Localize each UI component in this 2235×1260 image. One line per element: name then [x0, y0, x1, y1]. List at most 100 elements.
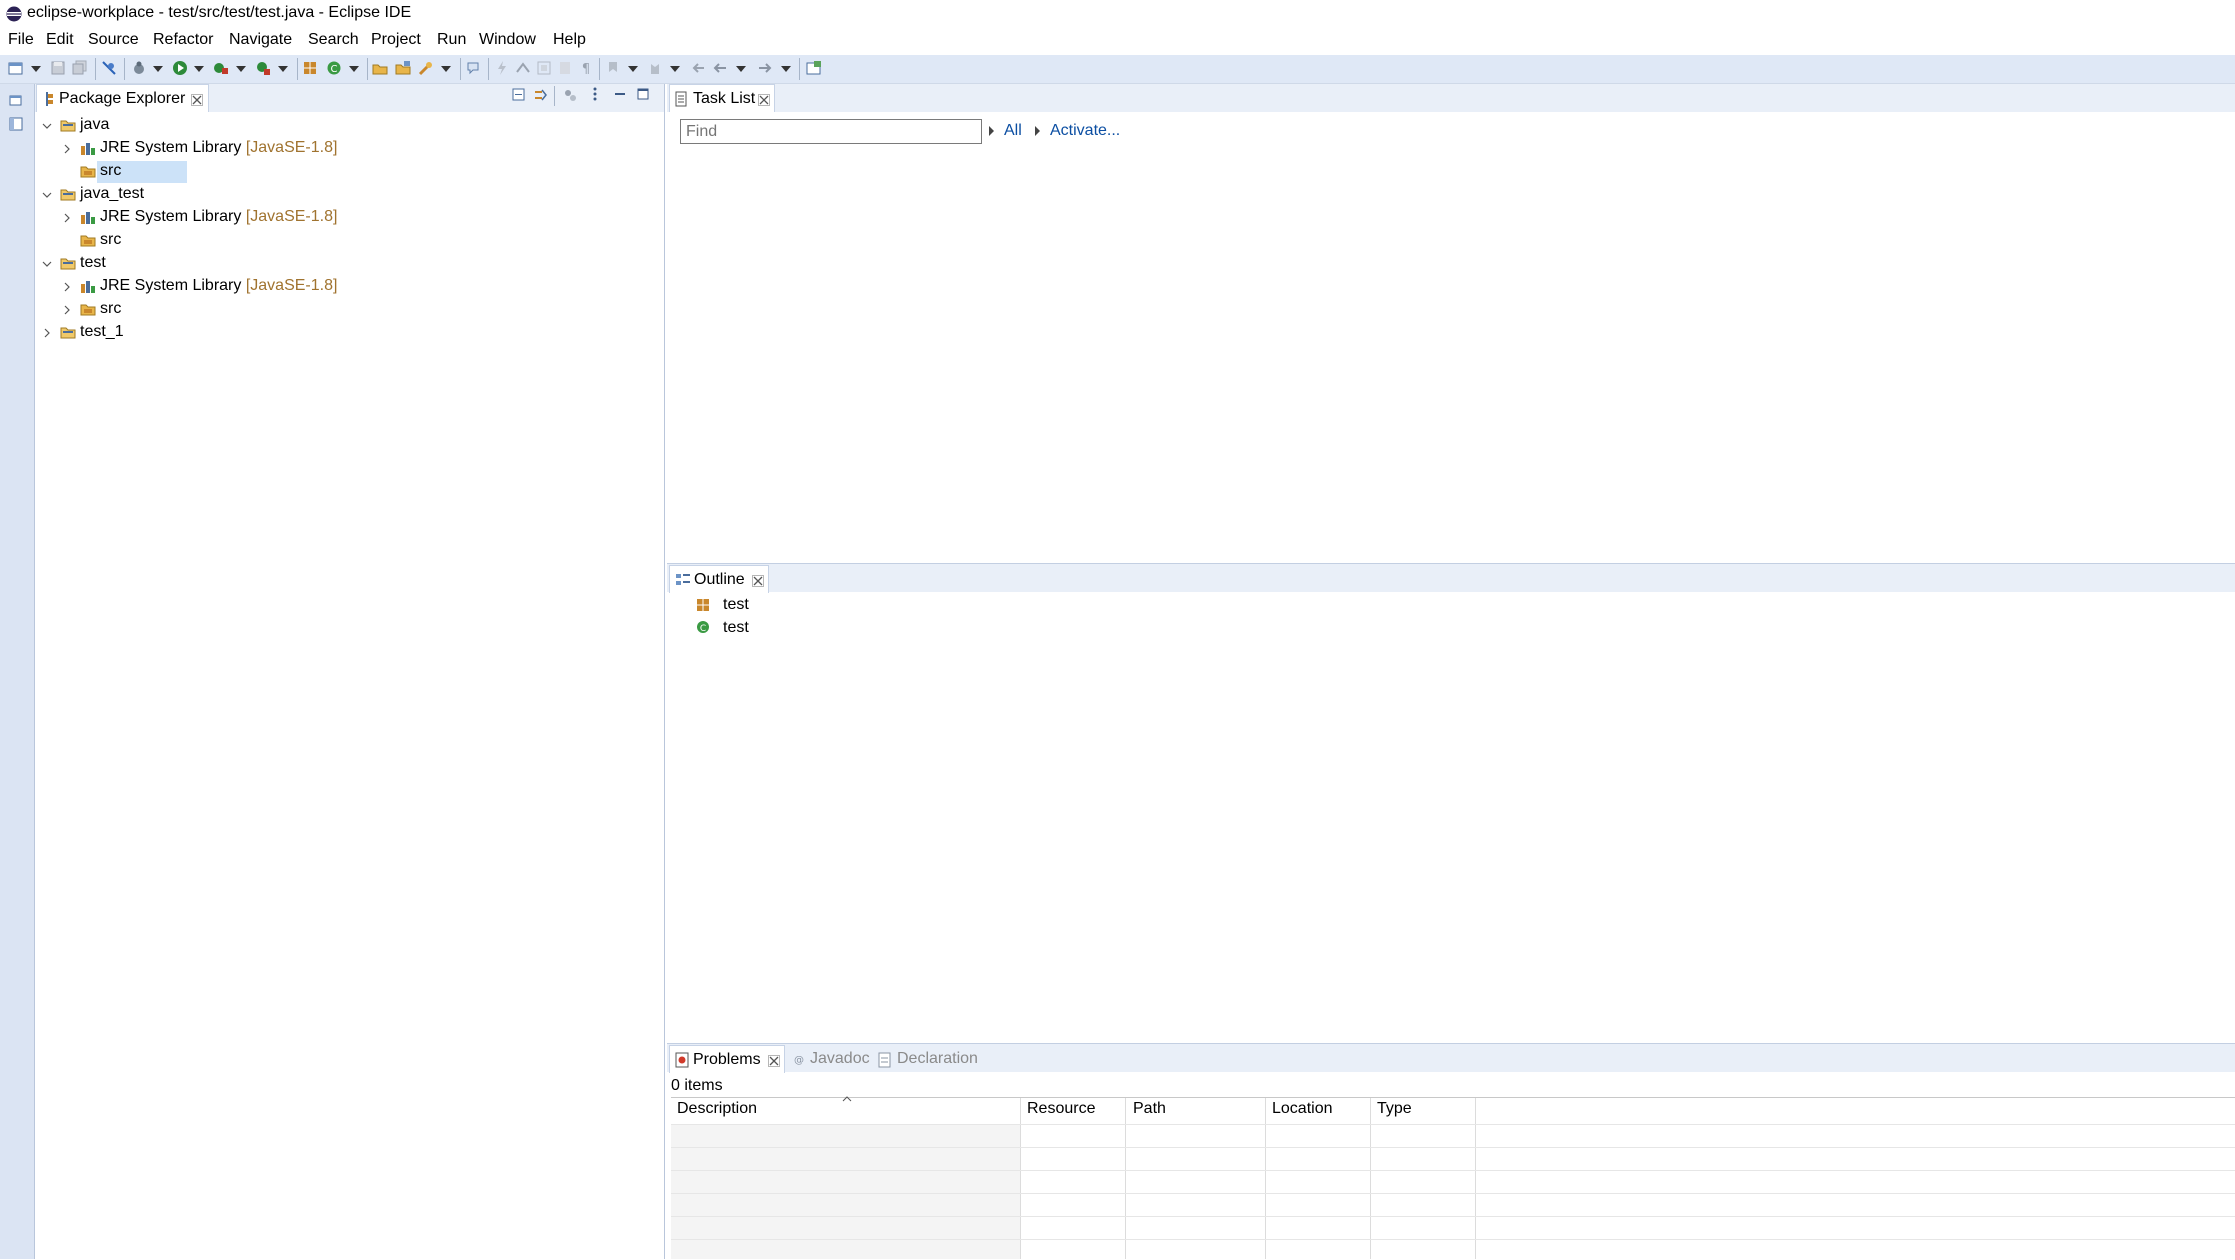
tree-item-label: JRE System Library	[100, 208, 242, 225]
open-type-icon[interactable]	[372, 60, 388, 76]
task-list-icon	[675, 91, 687, 107]
save-icon[interactable]	[50, 60, 66, 76]
table-row-line	[671, 1239, 2235, 1240]
back-dropdown-icon[interactable]	[736, 66, 746, 72]
toggle-mark-occurrences-icon[interactable]	[515, 60, 531, 76]
tab-task-list[interactable]: Task List	[669, 84, 775, 112]
tree-item-project[interactable]: test_1	[80, 323, 124, 345]
outline-item-package[interactable]: test	[723, 596, 749, 618]
tab-problems[interactable]: Problems	[669, 1045, 785, 1073]
chevron-down-icon[interactable]	[42, 190, 52, 200]
chevron-right-icon[interactable]	[42, 328, 52, 338]
run-dropdown-icon[interactable]	[194, 66, 204, 72]
restore-view-icon[interactable]	[8, 92, 24, 108]
tab-label: Outline	[694, 571, 745, 588]
coverage-icon[interactable]	[213, 60, 229, 76]
open-perspective-icon[interactable]	[806, 60, 822, 76]
debug-dropdown-icon[interactable]	[153, 66, 163, 72]
column-header-resource[interactable]: Resource	[1027, 1100, 1095, 1118]
column-header-path[interactable]: Path	[1133, 1100, 1166, 1118]
chevron-right-icon[interactable]	[62, 282, 72, 292]
view-menu-icon[interactable]	[592, 86, 598, 102]
minimize-icon[interactable]	[614, 88, 626, 100]
toolbar-separator	[488, 58, 489, 80]
back-icon[interactable]	[712, 60, 728, 76]
chevron-right-icon[interactable]	[62, 305, 72, 315]
menu-file[interactable]: File	[8, 31, 34, 49]
chevron-right-icon[interactable]	[62, 213, 72, 223]
new-java-package-icon[interactable]	[302, 60, 318, 76]
collapse-all-icon[interactable]	[512, 88, 526, 102]
chevron-right-icon[interactable]	[62, 144, 72, 154]
last-edit-location-icon[interactable]	[690, 60, 706, 76]
task-find-input[interactable]	[680, 119, 982, 144]
column-header-description[interactable]: Description	[677, 1100, 757, 1118]
menu-source[interactable]: Source	[88, 31, 139, 49]
tree-item-project[interactable]: test	[80, 254, 106, 276]
tree-item-project[interactable]: java	[80, 116, 109, 138]
forward-dropdown-icon[interactable]	[781, 66, 791, 72]
close-icon[interactable]	[768, 1055, 780, 1067]
annotation-icon[interactable]	[465, 60, 481, 76]
next-annotation-dropdown-icon[interactable]	[628, 66, 638, 72]
all-link[interactable]: All	[1004, 122, 1022, 140]
run-icon[interactable]	[172, 60, 188, 76]
coverage-dropdown-icon[interactable]	[236, 66, 246, 72]
skip-breakpoints-icon[interactable]	[101, 60, 117, 76]
menu-project[interactable]: Project	[371, 31, 421, 49]
search-dropdown-icon[interactable]	[441, 66, 451, 72]
tree-item-label: JRE System Library	[100, 139, 242, 156]
menu-run[interactable]: Run	[437, 31, 466, 49]
menu-edit[interactable]: Edit	[46, 31, 74, 49]
new-dropdown-icon[interactable]	[31, 66, 41, 72]
tree-item-src[interactable]: src	[100, 231, 121, 253]
chevron-down-icon[interactable]	[42, 121, 52, 131]
menu-help[interactable]: Help	[553, 31, 586, 49]
external-tools-icon[interactable]	[255, 60, 271, 76]
menu-navigate[interactable]: Navigate	[229, 31, 292, 49]
chevron-down-icon[interactable]	[42, 259, 52, 269]
tree-item-project[interactable]: java_test	[80, 185, 144, 207]
toggle-block-selection-icon[interactable]	[536, 60, 552, 76]
debug-icon[interactable]	[131, 60, 147, 76]
tab-outline[interactable]: Outline	[669, 565, 769, 593]
external-tools-dropdown-icon[interactable]	[278, 66, 288, 72]
tree-item-library[interactable]: JRE System Library [JavaSE-1.8]	[100, 208, 337, 230]
search-icon[interactable]	[418, 60, 434, 76]
maximize-icon[interactable]	[637, 88, 649, 100]
previous-annotation-icon[interactable]	[647, 60, 663, 76]
new-java-class-dropdown-icon[interactable]	[349, 66, 359, 72]
previous-annotation-dropdown-icon[interactable]	[670, 66, 680, 72]
tab-package-explorer[interactable]: Package Explorer	[36, 84, 209, 112]
show-whitespace-icon[interactable]	[557, 60, 573, 76]
new-icon[interactable]	[8, 60, 24, 76]
forward-icon[interactable]	[757, 60, 773, 76]
activate-link[interactable]: Activate...	[1050, 122, 1120, 140]
outline-item-class[interactable]: test	[723, 619, 749, 641]
tab-declaration[interactable]: Declaration	[897, 1050, 978, 1068]
focus-on-active-task-icon[interactable]	[563, 88, 577, 102]
column-header-location[interactable]: Location	[1272, 1100, 1333, 1118]
save-all-icon[interactable]	[72, 60, 88, 76]
tree-item-library[interactable]: JRE System Library [JavaSE-1.8]	[100, 139, 337, 161]
new-java-class-icon[interactable]: C	[326, 60, 342, 76]
svg-text:¶: ¶	[582, 62, 590, 76]
tab-label: Problems	[693, 1051, 761, 1068]
open-task-icon[interactable]	[395, 60, 411, 76]
quick-access-bolt-icon[interactable]	[494, 60, 510, 76]
menu-refactor[interactable]: Refactor	[153, 31, 213, 49]
column-header-type[interactable]: Type	[1377, 1100, 1412, 1118]
tree-item-library[interactable]: JRE System Library [JavaSE-1.8]	[100, 277, 337, 299]
close-icon[interactable]	[758, 94, 770, 106]
minimized-view-icon[interactable]	[8, 116, 24, 132]
close-icon[interactable]	[752, 575, 764, 587]
link-with-editor-icon[interactable]	[533, 88, 549, 102]
close-icon[interactable]	[191, 94, 203, 106]
next-annotation-icon[interactable]	[605, 60, 621, 76]
tree-item-src[interactable]: src	[100, 300, 121, 322]
pilcrow-icon[interactable]: ¶	[578, 60, 594, 76]
menu-window[interactable]: Window	[479, 31, 536, 49]
menu-search[interactable]: Search	[308, 31, 359, 49]
tab-javadoc[interactable]: Javadoc	[810, 1050, 870, 1068]
tree-item-src[interactable]: src	[100, 162, 121, 184]
